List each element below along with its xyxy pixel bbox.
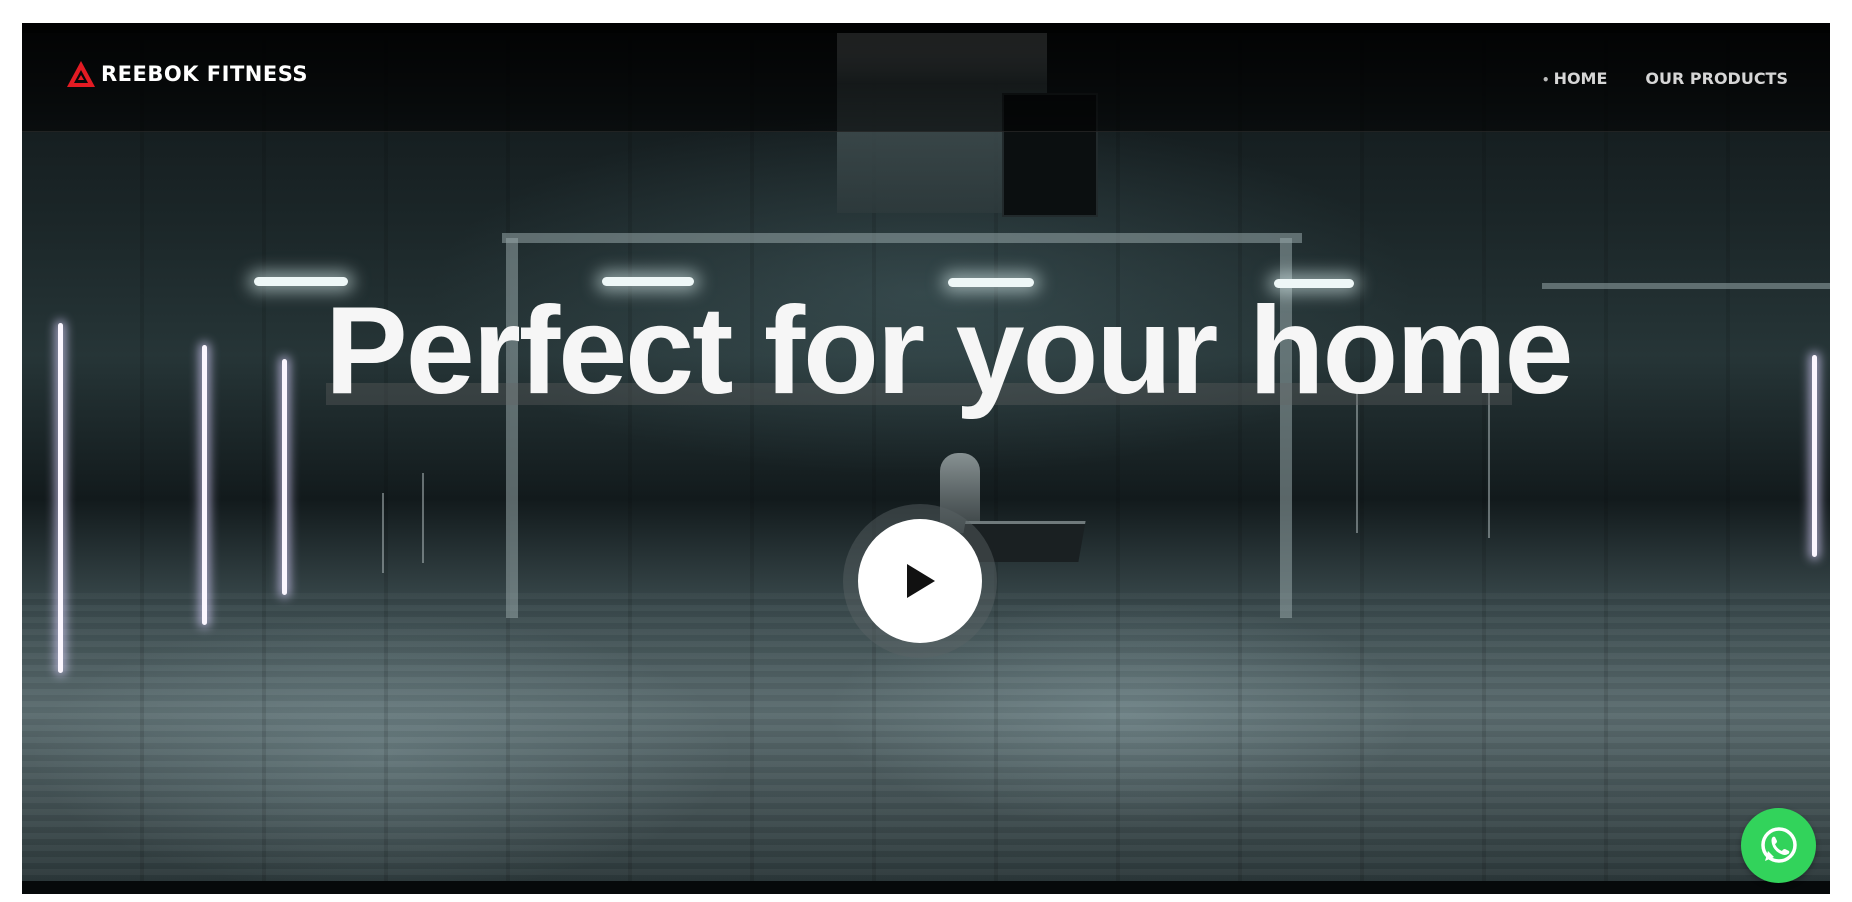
nav-item-label: OUR PRODUCTS [1645, 69, 1788, 88]
play-button[interactable] [858, 519, 982, 643]
truss-top-beam [502, 233, 1302, 243]
light-tube [202, 345, 207, 625]
play-icon [907, 564, 935, 598]
brand-logo-link[interactable]: REEBOK FITNESS [66, 60, 308, 88]
site-header: REEBOK FITNESS • HOME OUR PRODUCTS [22, 23, 1830, 132]
light-tube [58, 323, 63, 673]
nav-item-label: HOME [1553, 69, 1608, 88]
page-frame: Perfect for your home REEBOK FITNESS • HO… [22, 23, 1830, 894]
brand-name: REEBOK FITNESS [101, 62, 309, 86]
balcony-railing [1542, 283, 1830, 289]
nav-item-home[interactable]: • HOME [1542, 69, 1608, 88]
whatsapp-chat-button[interactable] [1741, 808, 1816, 883]
light-stand [382, 493, 384, 573]
light-tube [282, 359, 287, 595]
light-tube [1812, 355, 1817, 557]
reebok-delta-logo-icon [67, 61, 95, 87]
whatsapp-icon [1760, 826, 1797, 863]
main-nav: • HOME OUR PRODUCTS [1504, 69, 1788, 88]
nav-item-our-products[interactable]: OUR PRODUCTS [1645, 69, 1788, 88]
active-dot-icon: • [1541, 73, 1550, 87]
hero-headline: Perfect for your home [325, 282, 1573, 420]
light-stand [422, 473, 424, 563]
hero-video-background: Perfect for your home [22, 33, 1830, 881]
